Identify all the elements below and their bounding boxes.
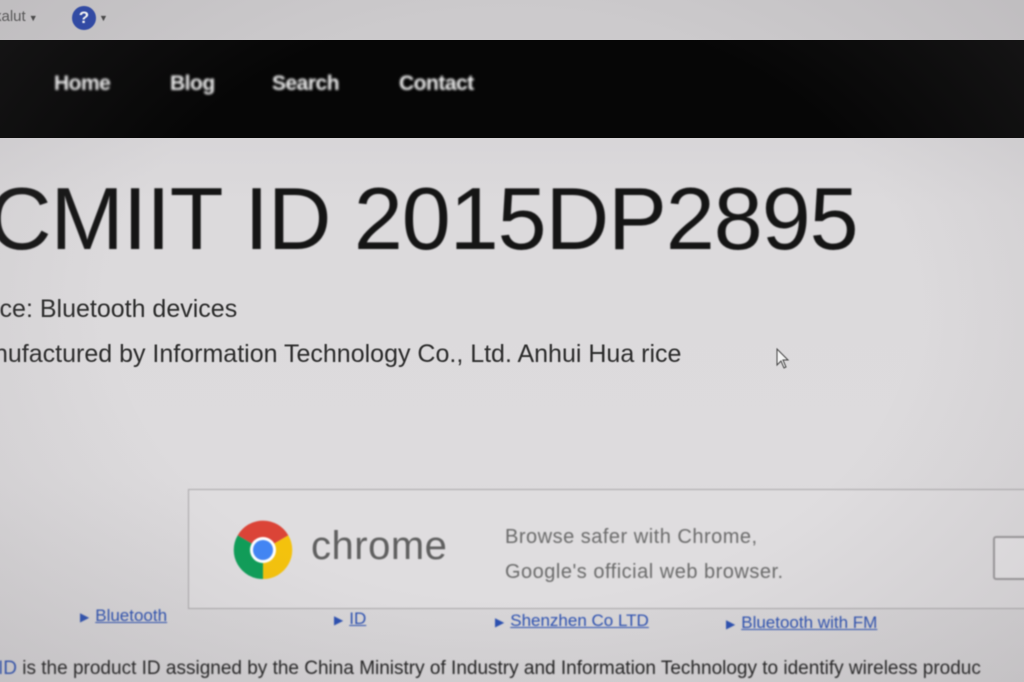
description-paragraph: ID is the product ID assigned by the Chi… (0, 658, 981, 680)
device-type-text: ice: Bluetooth devices (0, 295, 238, 323)
related-link-id[interactable]: ▶ ID (334, 609, 366, 629)
nav-search[interactable]: Search (272, 72, 340, 96)
manufacturer-text: nufactured by Information Technology Co.… (0, 340, 682, 368)
related-link-label: Shenzhen Co LTD (510, 611, 649, 630)
chrome-ad-banner[interactable]: chrome Browse safer with Chrome, Google'… (188, 489, 1024, 609)
nav-contact[interactable]: Contact (399, 72, 474, 96)
page-title: CMIIT ID 2015DP2895 (0, 169, 859, 268)
related-link-bluetooth-fm[interactable]: ▶ Bluetooth with FM (726, 613, 877, 633)
play-triangle-icon: ▶ (726, 617, 736, 631)
ad-download-button[interactable] (993, 536, 1024, 580)
play-triangle-icon: ▶ (80, 610, 90, 624)
related-link-label: Bluetooth with FM (741, 613, 878, 632)
play-triangle-icon: ▶ (334, 613, 344, 627)
user-menu-label: kalut (0, 8, 26, 25)
chrome-brand-text: chrome (311, 524, 448, 568)
user-menu[interactable]: kalut▼ (0, 8, 38, 25)
related-link-shenzhen[interactable]: ▶ Shenzhen Co LTD (495, 611, 649, 631)
nav-home[interactable]: Home (54, 72, 111, 96)
chevron-down-icon: ▼ (99, 13, 108, 23)
description-text: is the product ID assigned by the China … (17, 658, 981, 679)
ad-description: Browse safer with Chrome, Google's offic… (505, 520, 784, 590)
top-strip: kalut▼ ? ▼ (0, 0, 1024, 40)
ad-line-1: Browse safer with Chrome, (505, 526, 758, 548)
nav-blog[interactable]: Blog (170, 72, 215, 96)
mouse-cursor-icon (776, 348, 790, 369)
help-button[interactable]: ? ▼ (72, 6, 108, 30)
main-navbar: Home Blog Search Contact (0, 40, 1024, 138)
help-icon: ? (72, 6, 96, 30)
related-link-label: Bluetooth (95, 606, 168, 625)
page: kalut▼ ? ▼ Home Blog Search Contact CMII… (0, 0, 1024, 682)
play-triangle-icon: ▶ (495, 615, 505, 629)
chrome-logo-icon (233, 520, 293, 580)
related-link-label: ID (349, 609, 367, 628)
ad-line-2: Google's official web browser. (505, 561, 784, 583)
id-link[interactable]: ID (0, 658, 17, 679)
chevron-down-icon: ▼ (28, 13, 38, 23)
related-link-bluetooth[interactable]: ▶ Bluetooth (80, 606, 167, 626)
